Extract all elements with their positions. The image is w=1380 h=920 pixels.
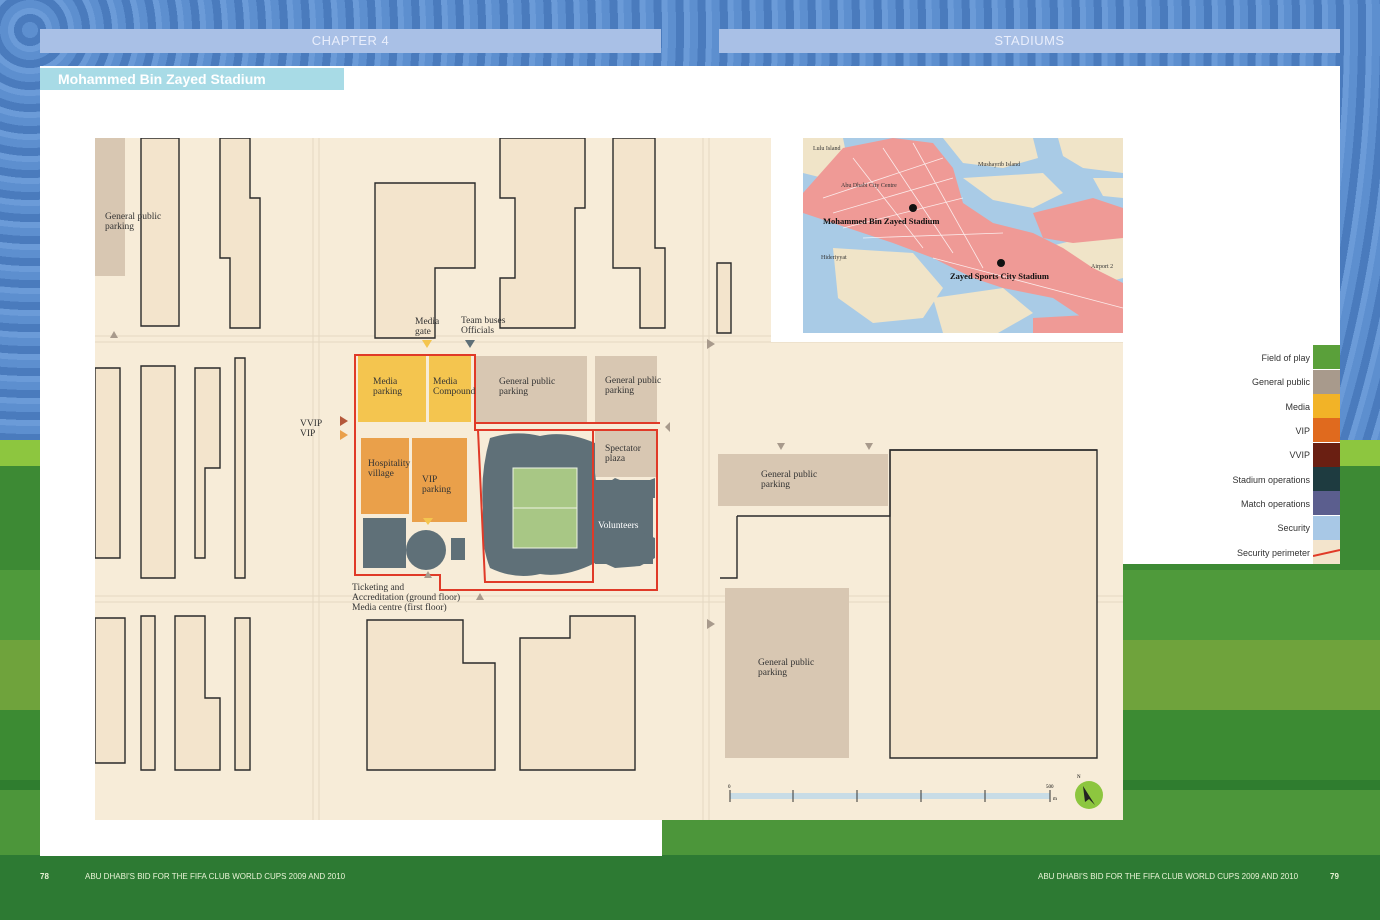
chapter-header: CHAPTER 4 [40, 29, 661, 53]
building [140, 365, 176, 579]
inset-label-mbz: Mohammed Bin Zayed Stadium [823, 216, 939, 226]
inset-label-city-centre: Abu Dhabi City Centre [841, 183, 897, 189]
legend-label-field: Field of play [1261, 353, 1310, 363]
building [234, 617, 251, 771]
legend-swatch-field [1313, 345, 1340, 369]
legend-label-vvip: VVIP [1289, 450, 1310, 460]
legend-label-match-ops: Match operations [1240, 499, 1310, 509]
inset-label-zayed: Zayed Sports City Stadium [950, 271, 1049, 281]
vip-areas [361, 438, 467, 522]
inset-label-hideriyyat: Hideriyyat [821, 255, 847, 261]
building [716, 262, 732, 334]
page-title: Mohammed Bin Zayed Stadium [40, 68, 344, 90]
inset-label-lulu: Lulu Island [813, 146, 841, 152]
legend-label-general-public: General public [1251, 377, 1310, 387]
building [95, 617, 126, 764]
legend-swatch-security [1313, 516, 1340, 540]
inset-locator-map: Lulu Island Mushayrib Island Abu Dhabi C… [803, 138, 1123, 333]
right-running-footer: ABU DHABI'S BID FOR THE FIFA CLUB WORLD … [1038, 872, 1299, 881]
left-running-footer: ABU DHABI'S BID FOR THE FIFA CLUB WORLD … [85, 872, 346, 881]
legend-swatch-vip [1313, 418, 1340, 442]
svg-text:N: N [1077, 775, 1081, 780]
inset-label-mushayrib: Mushayrib Island [978, 162, 1020, 168]
label-volunteers: Volunteers [598, 521, 639, 531]
building [140, 138, 180, 327]
stadium-bowl [482, 433, 598, 576]
legend-swatch-media [1313, 394, 1340, 418]
inset-label-airport: Airport 2 [1091, 264, 1113, 270]
legend-swatch-vvip [1313, 443, 1340, 467]
building [519, 615, 636, 771]
legend-swatch-general-public [1313, 370, 1340, 394]
legend-label-security: Security [1277, 523, 1310, 533]
legend-label-media: Media [1285, 402, 1310, 412]
building [234, 357, 246, 579]
legend-swatch-security-perimeter [1313, 540, 1340, 564]
building [140, 615, 156, 771]
scale-unit: m [1053, 797, 1057, 802]
legend-label-security-perimeter: Security perimeter [1236, 548, 1310, 558]
legend-label-vip: VIP [1295, 426, 1310, 436]
scale-end: 500 [1046, 785, 1054, 790]
mbz-stadium-marker [909, 204, 917, 212]
legend-swatch-stadium-ops [1313, 467, 1340, 491]
section-header: STADIUMS [719, 29, 1340, 53]
right-page-number: 79 [1330, 872, 1339, 881]
building [95, 367, 121, 559]
legend-swatch-match-ops [1313, 491, 1340, 515]
building [889, 449, 1098, 759]
legend-label-stadium-ops: Stadium operations [1232, 475, 1310, 485]
zayed-stadium-marker [997, 259, 1005, 267]
left-page-number: 78 [40, 872, 49, 881]
